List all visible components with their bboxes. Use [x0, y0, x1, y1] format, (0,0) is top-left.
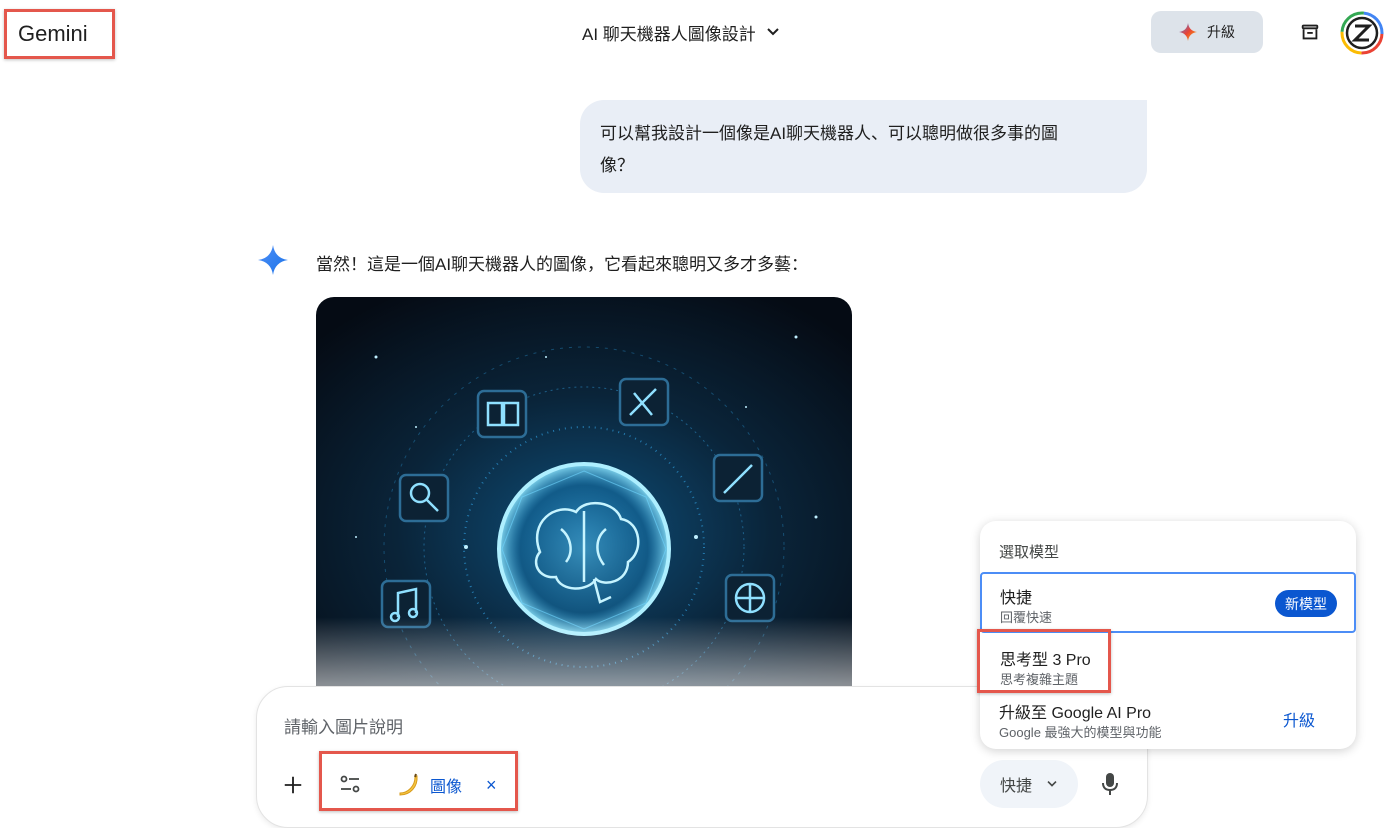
- user-message-bubble: 可以幫我設計一個像是AI聊天機器人、可以聰明做很多事的圖 像？: [580, 100, 1147, 193]
- app-logo[interactable]: Gemini: [4, 9, 115, 59]
- app-name: Gemini: [18, 21, 88, 46]
- ai-brain-illustration: [316, 297, 852, 687]
- plus-icon: [284, 776, 302, 794]
- conversation-title: AI 聊天機器人圖像設計: [582, 24, 756, 44]
- account-avatar[interactable]: [1340, 11, 1384, 55]
- close-icon[interactable]: ×: [486, 775, 497, 796]
- conversation-title-dropdown[interactable]: AI 聊天機器人圖像設計: [582, 18, 780, 46]
- mic-icon: [1102, 773, 1118, 795]
- model-option-name: 思考型 3 Pro: [1000, 652, 1091, 669]
- model-option-name: 升級至 Google AI Pro: [999, 705, 1152, 722]
- upgrade-link[interactable]: 升級: [1283, 707, 1315, 731]
- clear-history-button[interactable]: [1298, 20, 1322, 44]
- user-message-line: 可以幫我設計一個像是AI聊天機器人、可以聰明做很多事的圖: [600, 124, 1059, 143]
- add-attachment-button[interactable]: [280, 772, 306, 798]
- gemini-avatar: [258, 245, 288, 275]
- chevron-down-icon: [1047, 781, 1057, 787]
- model-mode-selector[interactable]: 快捷: [980, 760, 1078, 808]
- tools-icon: [340, 775, 360, 793]
- banana-icon: [399, 773, 418, 796]
- model-option-name: 快捷: [1000, 590, 1033, 607]
- model-option-description: 思考複雜主題: [1000, 672, 1079, 687]
- model-picker-title: 選取模型: [999, 544, 1060, 561]
- generated-image[interactable]: [316, 297, 852, 687]
- model-option-description: Google 最強大的模型與功能: [999, 725, 1162, 740]
- tools-button[interactable]: [337, 771, 363, 797]
- upgrade-button[interactable]: 升級: [1151, 11, 1263, 53]
- new-model-badge: 新模型: [1275, 590, 1337, 617]
- model-option-description: 回覆快速: [1000, 610, 1053, 625]
- image-tool-chip[interactable]: 圖像 ×: [396, 770, 497, 800]
- prompt-input[interactable]: 請輸入圖片說明: [284, 713, 403, 738]
- avatar-icon: [1340, 11, 1384, 55]
- image-tool-label: 圖像: [430, 779, 463, 796]
- sparkle-icon: [1179, 23, 1197, 41]
- microphone-button[interactable]: [1098, 770, 1122, 798]
- model-response-text: 當然！這是一個AI聊天機器人的圖像，它看起來聰明又多才多藝：: [316, 255, 809, 274]
- upgrade-label: 升級: [1207, 24, 1235, 40]
- clear-history-icon: [1301, 24, 1319, 40]
- chevron-down-icon: [767, 28, 779, 36]
- model-option-thinking-pro[interactable]: 思考型 3 Pro 思考複雜主題: [977, 629, 1111, 693]
- model-mode-label: 快捷: [999, 778, 1032, 795]
- user-message-line: 像？: [600, 156, 634, 175]
- gemini-spark-icon: [258, 245, 288, 275]
